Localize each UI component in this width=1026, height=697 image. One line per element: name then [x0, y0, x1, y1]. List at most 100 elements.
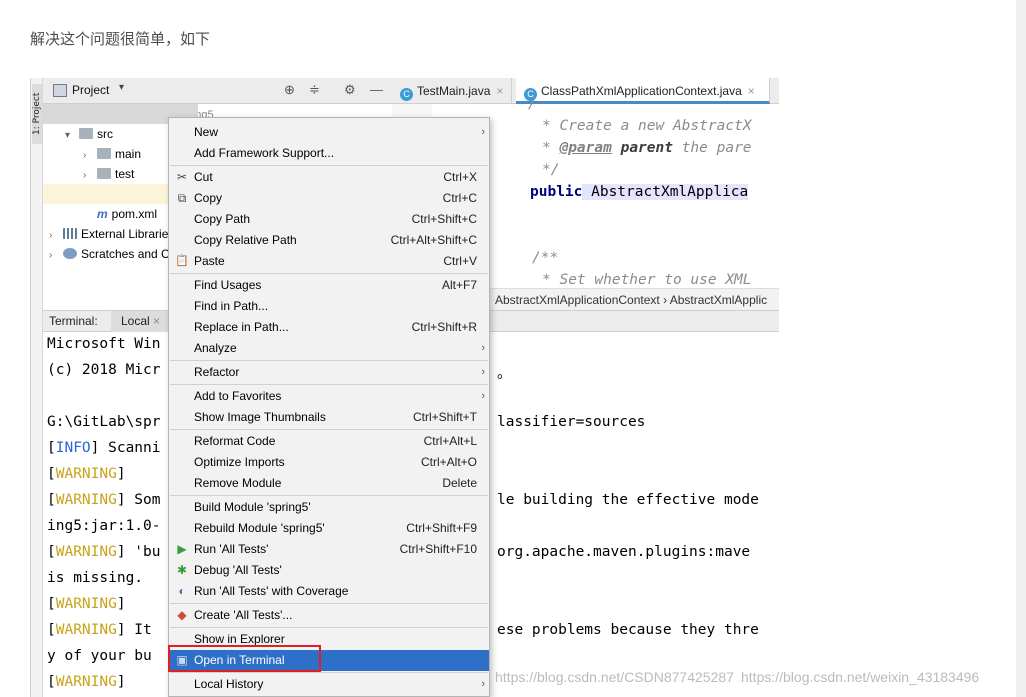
- terminal-line: is missing.: [47, 570, 144, 586]
- close-icon[interactable]: ×: [496, 84, 503, 98]
- tree-item[interactable]: › test: [83, 164, 134, 184]
- article-caption: 解决这个问题很简单，如下: [30, 30, 211, 48]
- gear-icon[interactable]: ⚙: [344, 82, 356, 98]
- terminal-line: 。: [497, 366, 512, 382]
- menu-item-label: Local History: [194, 677, 264, 691]
- shortcut-label: Ctrl+C: [442, 191, 477, 205]
- menu-item-label: Build Module 'spring5': [194, 500, 311, 514]
- tab-local[interactable]: Local ×: [111, 311, 171, 332]
- code-line: * @param parent the pare: [542, 140, 752, 156]
- shortcut-label: Ctrl+Alt+L: [423, 434, 477, 448]
- terminal-line: y of your bu: [47, 648, 152, 664]
- shortcut-label: Alt+F7: [441, 278, 477, 292]
- code-line: * Set whether to use XML: [542, 272, 752, 288]
- chevron-right-icon: ›: [481, 678, 485, 690]
- coverage-icon: ◐: [178, 584, 186, 598]
- menu-item-label: Run 'All Tests': [194, 542, 269, 556]
- clipboard-icon: 📋: [175, 255, 189, 267]
- tab-classpath[interactable]: C ClassPathXmlApplicationContext.java ×: [516, 78, 770, 104]
- scratch-icon: [63, 248, 77, 259]
- menu-item-add-to-favorites[interactable]: Add to Favorites ›: [169, 386, 489, 407]
- menu-item-reformat-code[interactable]: Reformat Code Ctrl+Alt+L: [169, 431, 489, 452]
- scissors-icon: ✂: [176, 170, 188, 184]
- tab-testmain[interactable]: C TestMain.java ×: [392, 78, 512, 104]
- menu-separator: [170, 627, 488, 628]
- menu-item-label: Add Framework Support...: [194, 146, 335, 160]
- menu-item-debug-all-tests[interactable]: ✱ Debug 'All Tests': [169, 560, 489, 581]
- terminal-line: lassifier=sources: [497, 414, 646, 430]
- create-test-icon: ◆: [177, 608, 187, 622]
- menu-item-run-all-tests-with-coverage[interactable]: ◐ Run 'All Tests' with Coverage: [169, 581, 489, 602]
- menu-item-show-image-thumbnails[interactable]: Show Image Thumbnails Ctrl+Shift+T: [169, 407, 489, 428]
- menu-separator: [170, 384, 488, 385]
- chevron-icon[interactable]: ›: [49, 226, 63, 246]
- chevron-icon[interactable]: ▾: [65, 126, 79, 146]
- menu-item-label: Paste: [194, 254, 225, 268]
- menu-item-remove-module[interactable]: Remove Module Delete: [169, 473, 489, 494]
- code-line: */: [542, 162, 560, 178]
- project-icon: [53, 84, 67, 97]
- menu-item-cut[interactable]: ✂ Cut Ctrl+X: [169, 167, 489, 188]
- page-scrollbar[interactable]: [1016, 0, 1026, 697]
- menu-item-label: Find Usages: [194, 278, 262, 292]
- menu-separator: [170, 360, 488, 361]
- collapse-icon[interactable]: ≑: [309, 82, 320, 98]
- tree-item[interactable]: › Scratches and C: [49, 244, 170, 264]
- code-line: * Create a new AbstractX: [542, 118, 752, 134]
- terminal-line: [WARNING] 'bu: [47, 544, 161, 560]
- target-icon[interactable]: ⊕: [284, 82, 295, 98]
- menu-item-find-usages[interactable]: Find Usages Alt+F7: [169, 275, 489, 296]
- tree-item[interactable]: › main: [83, 144, 141, 164]
- maven-icon: m: [97, 207, 108, 221]
- editor-tabs: C TestMain.java × C ClassPathXmlApplication…: [392, 78, 779, 104]
- menu-item-label: Copy Path: [194, 212, 251, 226]
- tool-window-strip: 1: Project: [31, 78, 43, 697]
- menu-item-copy-relative-path[interactable]: Copy Relative Path Ctrl+Alt+Shift+C: [169, 230, 489, 251]
- menu-item-add-framework-support[interactable]: Add Framework Support...: [169, 143, 489, 164]
- class-icon: C: [400, 88, 413, 101]
- chevron-right-icon: ›: [481, 366, 485, 378]
- code-line: /**: [532, 250, 559, 266]
- menu-item-copy[interactable]: ⧉ Copy Ctrl+C: [169, 188, 489, 209]
- tree-item[interactable]: › External Librarie: [49, 224, 168, 244]
- menu-item-rebuild-module-spring5[interactable]: Rebuild Module 'spring5' Ctrl+Shift+F9: [169, 518, 489, 539]
- menu-item-label: Show Image Thumbnails: [194, 410, 326, 424]
- menu-item-refactor[interactable]: Refactor ›: [169, 362, 489, 383]
- terminal-line: (c) 2018 Micr: [47, 362, 161, 378]
- terminal-line: G:\GitLab\spr: [47, 414, 161, 430]
- menu-item-build-module-spring5[interactable]: Build Module 'spring5': [169, 497, 489, 518]
- menu-separator: [170, 273, 488, 274]
- menu-item-local-history[interactable]: Local History ›: [169, 674, 489, 695]
- minimize-icon[interactable]: —: [370, 82, 383, 97]
- folder-icon: [97, 148, 111, 159]
- chevron-icon[interactable]: ›: [83, 146, 97, 166]
- menu-item-paste[interactable]: 📋 Paste Ctrl+V: [169, 251, 489, 272]
- close-icon[interactable]: ×: [748, 84, 755, 98]
- menu-item-optimize-imports[interactable]: Optimize Imports Ctrl+Alt+O: [169, 452, 489, 473]
- menu-item-create-all-tests[interactable]: ◆ Create 'All Tests'...: [169, 605, 489, 626]
- chevron-down-icon[interactable]: ▾: [119, 82, 124, 93]
- project-toolbar: Project ▾ ⊕ ≑ ⚙ —: [43, 78, 392, 104]
- menu-item-replace-in-path[interactable]: Replace in Path... Ctrl+Shift+R: [169, 317, 489, 338]
- project-title[interactable]: Project: [72, 83, 109, 97]
- chevron-right-icon: ›: [481, 390, 485, 402]
- menu-item-label: New: [194, 125, 219, 139]
- project-side-tab[interactable]: 1: Project: [32, 84, 42, 144]
- terminal-line: le building the effective mode: [497, 492, 759, 508]
- menu-item-label: Analyze: [194, 341, 237, 355]
- chevron-icon[interactable]: ›: [83, 166, 97, 186]
- tree-item[interactable]: ▾ src: [65, 124, 113, 144]
- terminal-line: [WARNING] It: [47, 622, 152, 638]
- tree-item[interactable]: m pom.xml: [83, 204, 157, 224]
- menu-item-copy-path[interactable]: Copy Path Ctrl+Shift+C: [169, 209, 489, 230]
- menu-item-run-all-tests[interactable]: ▶ Run 'All Tests' Ctrl+Shift+F10: [169, 539, 489, 560]
- shortcut-label: Ctrl+V: [443, 254, 477, 268]
- terminal-line: [WARNING]: [47, 674, 126, 690]
- context-menu: New › Add Framework Support... ✂ Cut Ctrl+X ⧉ C…: [168, 117, 490, 697]
- terminal-line: [INFO] Scanni: [47, 440, 161, 456]
- menu-item-find-in-path[interactable]: Find in Path...: [169, 296, 489, 317]
- chevron-icon[interactable]: ›: [49, 246, 63, 266]
- menu-item-analyze[interactable]: Analyze ›: [169, 338, 489, 359]
- menu-item-new[interactable]: New ›: [169, 122, 489, 143]
- shortcut-label: Ctrl+Shift+R: [411, 320, 477, 334]
